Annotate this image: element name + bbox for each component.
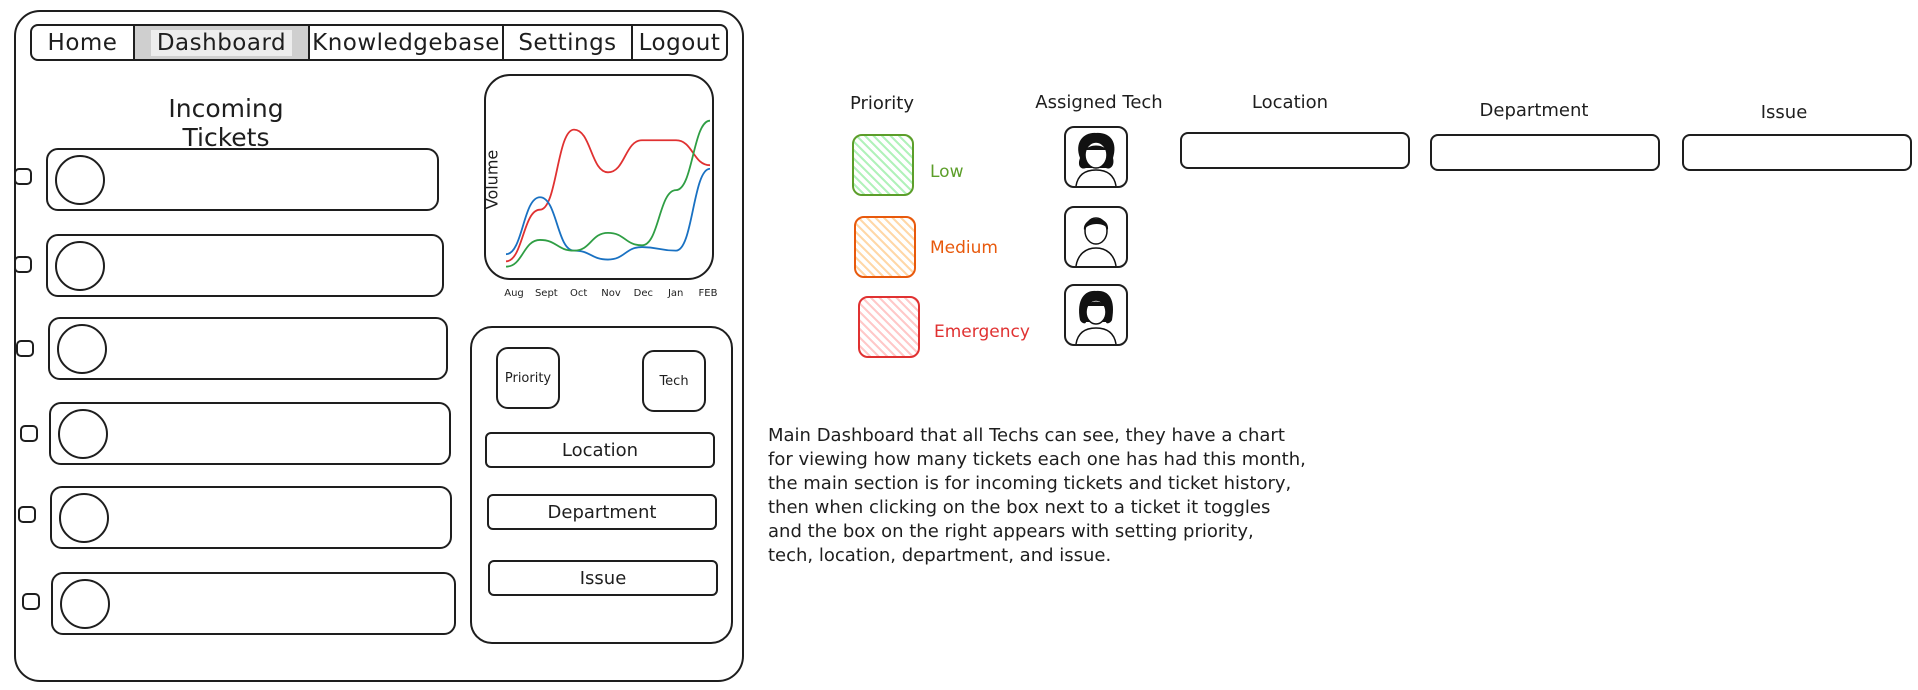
tab-home[interactable]: Home xyxy=(32,26,135,59)
tab-dashboard-label: Dashboard xyxy=(150,29,293,56)
location-column-header: Location xyxy=(1251,92,1329,113)
ticket-row[interactable] xyxy=(49,402,451,465)
issue-button-label: Issue xyxy=(579,567,627,589)
location-button-label: Location xyxy=(561,439,639,461)
series-line-2 xyxy=(505,119,711,268)
ticket-row[interactable] xyxy=(46,234,444,297)
emergency-priority-label: Emergency xyxy=(934,322,1030,342)
series-line-0 xyxy=(505,128,711,263)
tab-knowledgebase-label: Knowledgebase xyxy=(312,29,500,56)
person-icon xyxy=(1075,290,1117,344)
low-priority-swatch xyxy=(852,134,914,196)
assigned-tech-column-header: Assigned Tech xyxy=(1035,92,1163,113)
x-tick-label: FEB xyxy=(699,288,718,299)
ticket-checkbox[interactable] xyxy=(18,506,36,523)
x-tick-label: Aug xyxy=(504,288,524,299)
incoming-tickets-title: Incoming Tickets xyxy=(168,94,284,152)
tab-home-label: Home xyxy=(47,29,118,56)
ticket-avatar xyxy=(59,493,109,543)
department-button-label: Department xyxy=(547,501,657,523)
description-note: Main Dashboard that all Techs can see, t… xyxy=(768,425,1306,566)
series-line-1 xyxy=(505,167,711,261)
ticket-checkbox[interactable] xyxy=(22,593,40,610)
department-button[interactable]: Department xyxy=(487,494,717,530)
ticket-row[interactable] xyxy=(48,317,448,380)
ticket-checkbox[interactable] xyxy=(14,256,32,273)
medium-priority-label: Medium xyxy=(930,238,998,258)
ticket-checkbox[interactable] xyxy=(16,340,34,357)
department-input[interactable] xyxy=(1430,134,1660,171)
x-tick-label: Jan xyxy=(667,288,683,299)
person-icon xyxy=(1075,217,1117,266)
tab-settings[interactable]: Settings xyxy=(504,26,633,59)
priority-selector-label: Priority xyxy=(504,370,552,386)
ticket-avatar xyxy=(60,579,110,629)
ticket-row[interactable] xyxy=(50,486,452,549)
ticket-avatar xyxy=(55,155,105,205)
issue-button[interactable]: Issue xyxy=(488,560,718,596)
x-tick-label: Nov xyxy=(601,288,621,299)
tab-logout-label: Logout xyxy=(638,29,721,56)
ticket-checkbox[interactable] xyxy=(14,168,32,185)
ticket-avatar xyxy=(55,241,105,291)
location-input[interactable] xyxy=(1180,132,1410,169)
x-tick-label: Dec xyxy=(634,288,653,299)
tech-avatar-2[interactable] xyxy=(1064,206,1128,268)
priority-selector[interactable]: Priority xyxy=(496,347,560,409)
low-priority-label: Low xyxy=(930,162,964,182)
x-tick-label: Sept xyxy=(535,288,558,299)
ticket-row[interactable] xyxy=(51,572,456,635)
tab-dashboard[interactable]: Dashboard xyxy=(135,26,310,59)
priority-column-header: Priority xyxy=(849,93,915,114)
tech-avatar-3[interactable] xyxy=(1064,284,1128,346)
medium-priority-swatch xyxy=(854,216,916,278)
tech-selector-label: Tech xyxy=(659,373,689,389)
ticket-avatar xyxy=(57,324,107,374)
issue-column-header: Issue xyxy=(1760,102,1808,123)
volume-chart: Aug Sept Oct Nov Dec Jan FEB xyxy=(504,119,718,299)
tech-selector[interactable]: Tech xyxy=(642,350,706,412)
emergency-priority-swatch xyxy=(858,296,920,358)
tab-knowledgebase[interactable]: Knowledgebase xyxy=(310,26,504,59)
issue-input[interactable] xyxy=(1682,134,1912,171)
department-column-header: Department xyxy=(1479,100,1589,121)
tech-avatar-1[interactable] xyxy=(1064,126,1128,188)
location-button[interactable]: Location xyxy=(485,432,715,468)
nav-bar: Home Dashboard Knowledgebase Settings Lo… xyxy=(30,24,728,61)
x-tick-label: Oct xyxy=(570,288,587,299)
tab-logout[interactable]: Logout xyxy=(633,26,726,59)
ticket-row[interactable] xyxy=(46,148,439,211)
ticket-checkbox[interactable] xyxy=(20,425,38,442)
tab-settings-label: Settings xyxy=(518,29,617,56)
ticket-avatar xyxy=(58,409,108,459)
person-icon xyxy=(1075,132,1117,186)
